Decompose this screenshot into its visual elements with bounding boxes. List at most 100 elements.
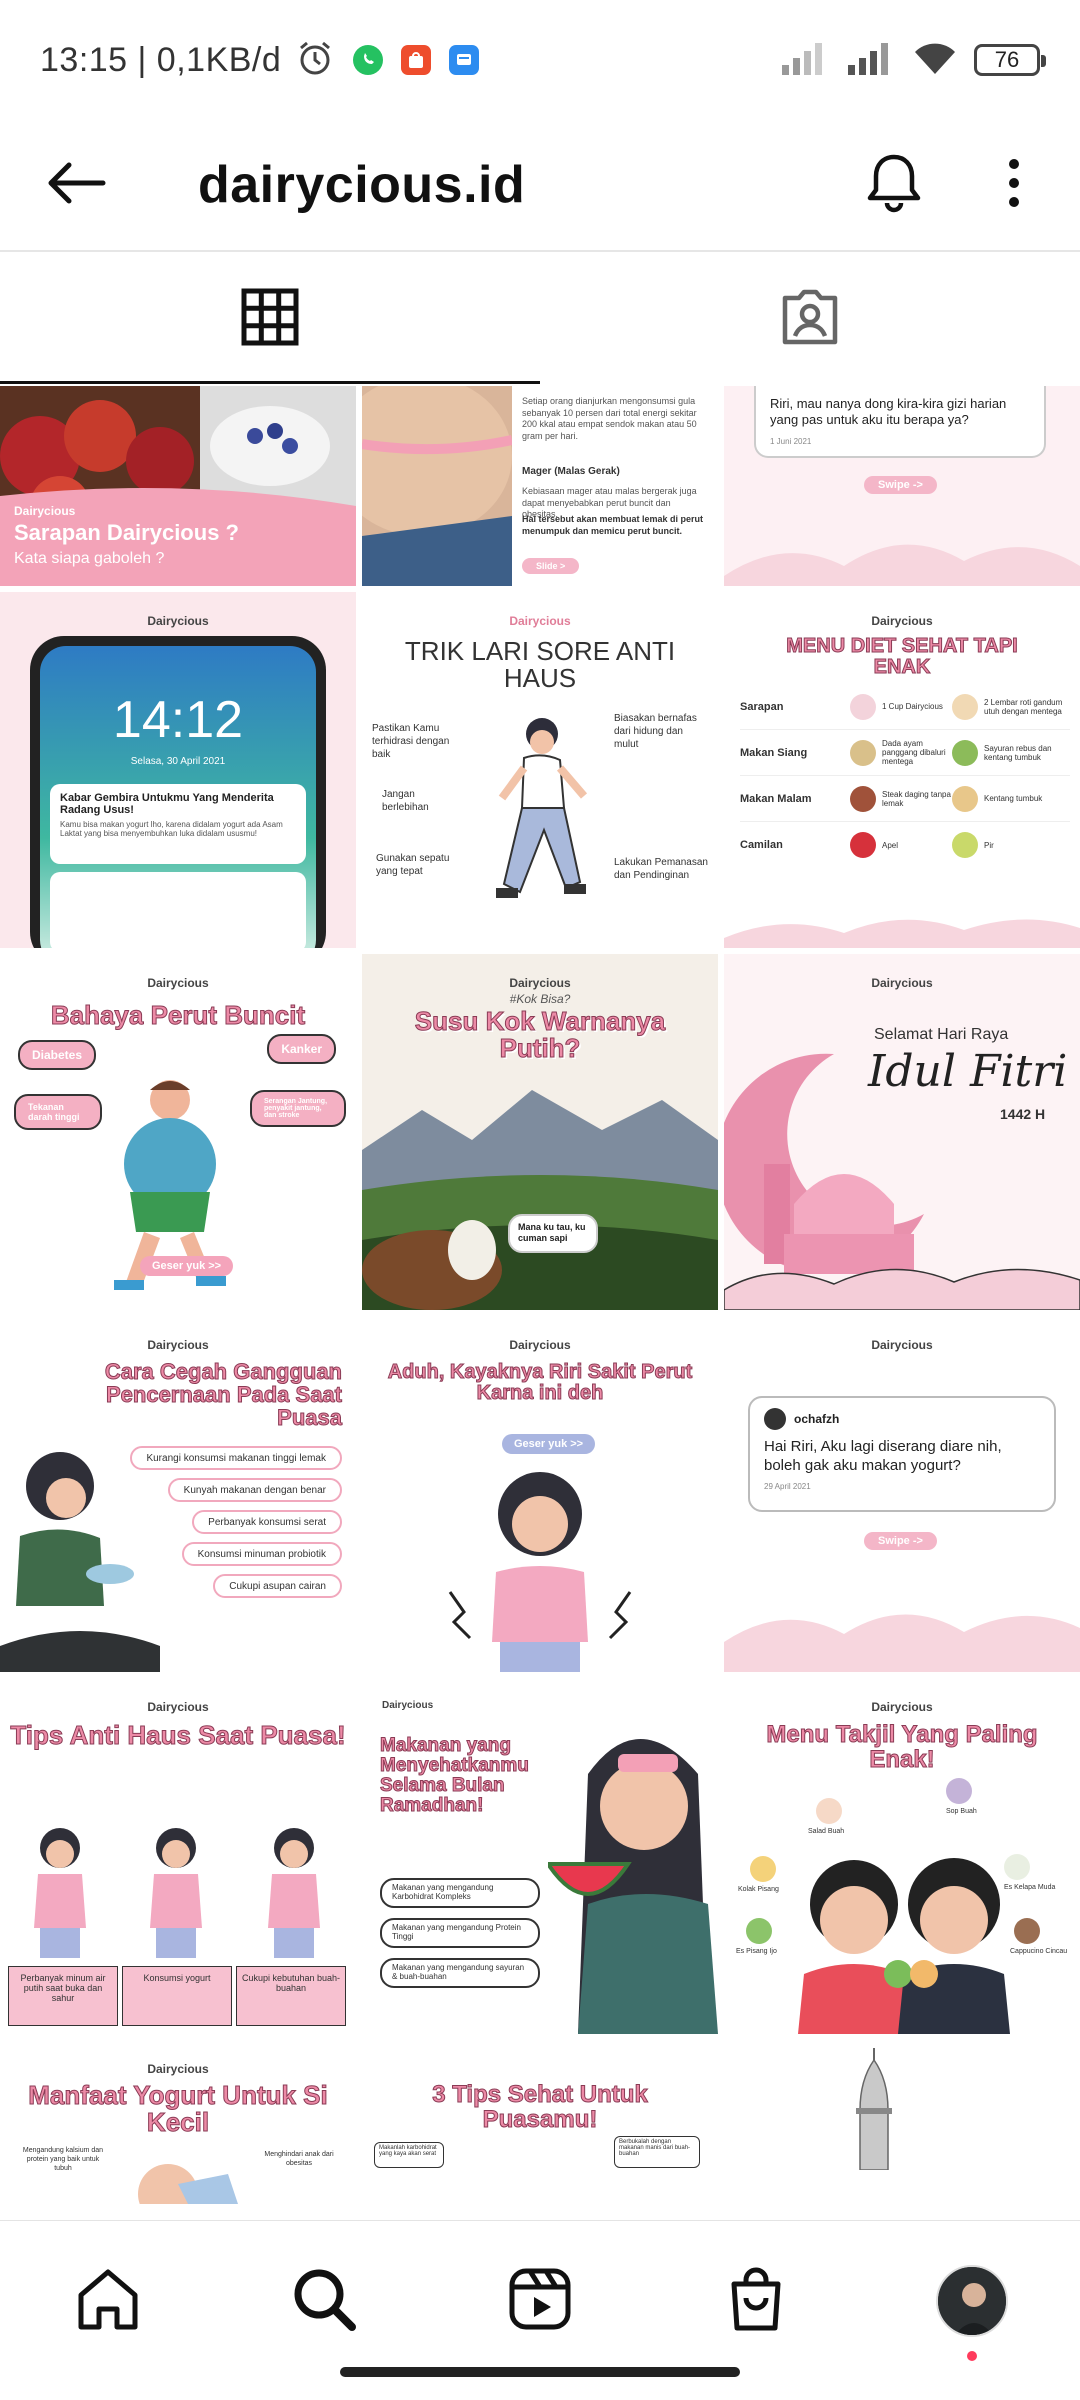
post-title: Makanan yang Menyehatkanmu Selama Bulan … <box>380 1735 530 1816</box>
post-title: Aduh, Kayaknya Riri Sakit Perut Karna in… <box>387 1361 693 1404</box>
tip-text: Gunakan sepatu yang tepat <box>376 853 450 877</box>
post-tile[interactable]: Dairycious Manfaat Yogurt Untuk Si Kecil… <box>0 2040 356 2220</box>
food-icon <box>1004 1854 1030 1880</box>
post-tile[interactable]: Riri, mau nanya dong kira-kira gizi hari… <box>724 386 1080 586</box>
page-title: dairycious.id <box>198 156 526 214</box>
speech-bubble: Mana ku tau, ku cuman sapi <box>508 1214 598 1253</box>
list-item: Perbanyak konsumsi serat <box>192 1510 342 1534</box>
phone-clock: 14:12 <box>112 691 244 749</box>
post-tile[interactable]: Dairycious Makanan yang Menyehatkanmu Se… <box>362 1678 718 2034</box>
back-button[interactable] <box>20 130 130 240</box>
label-pill: Tekanan darah tinggi <box>14 1094 102 1130</box>
phone-date: Selasa, 30 April 2021 <box>130 756 226 767</box>
post-tile[interactable]: Dairycious Sarapan Dairycious ? Kata sia… <box>0 386 356 586</box>
food-label: 1 Cup Dairycious <box>882 702 943 711</box>
list-item: Konsumsi minuman probiotik <box>181 1542 342 1566</box>
meal-label: Makan Siang <box>740 746 808 759</box>
greeting-line: Selamat Hari Raya <box>874 1026 1009 1043</box>
profile-avatar <box>936 2265 1008 2337</box>
more-options-button[interactable] <box>964 135 1064 235</box>
post-brand: Dairycious <box>509 976 571 990</box>
more-vertical-icon <box>1006 158 1022 213</box>
tab-posts-grid[interactable] <box>0 254 540 384</box>
baby-illustration <box>138 2164 238 2204</box>
post-title: Susu Kok Warnanya Putih? <box>414 1006 666 1064</box>
post-tile[interactable]: 3 Tips Sehat Untuk Puasamu! Makanlah kar… <box>362 2040 718 2220</box>
tab-tagged[interactable] <box>540 254 1080 384</box>
notifications-button[interactable] <box>844 135 944 235</box>
table-row: Sarapan 1 Cup Dairycious 2 Lembar roti g… <box>740 684 1070 730</box>
clouds-decoration <box>724 1614 1080 1672</box>
post-tile[interactable]: Dairycious Bahaya Perut Buncit Diabetes … <box>0 954 356 1310</box>
status-right: 76 <box>780 40 1046 81</box>
clouds-decoration <box>724 544 1080 586</box>
post-tile[interactable]: Dairycious Selamat Hari Raya Idul Fitri … <box>724 954 1080 1310</box>
post-brand: Dairycious <box>509 614 571 628</box>
nav-home[interactable] <box>0 2251 216 2351</box>
battery-icon: 76 <box>974 44 1046 76</box>
food-icon <box>750 1856 776 1882</box>
step-box: Perbanyak minum air putih saat buka dan … <box>8 1966 118 2026</box>
shop-icon <box>726 2266 786 2337</box>
nav-profile[interactable] <box>864 2251 1080 2361</box>
phone-mockup: 14:12 Selasa, 30 April 2021 Kabar Gembir… <box>30 636 326 948</box>
post-tile[interactable]: Setiap orang dianjurkan mengonsumsi gula… <box>362 386 718 586</box>
nav-search[interactable] <box>216 2251 432 2351</box>
nav-reels[interactable] <box>432 2251 648 2351</box>
post-brand: Dairycious <box>147 1338 209 1352</box>
gesture-bar[interactable] <box>340 2367 740 2377</box>
greeting-year: 1442 H <box>1000 1106 1046 1122</box>
post-title: Manfaat Yogurt Untuk Si Kecil <box>28 2080 329 2138</box>
label-pill: Serangan Jantung, penyakit jantung, dan … <box>250 1090 346 1127</box>
food-label: Kentang tumbuk <box>984 794 1043 803</box>
meal-label: Sarapan <box>740 700 784 713</box>
table-row: Camilan Apel Pir <box>740 822 1070 868</box>
post-tile[interactable]: Dairycious ochafzh Hai Riri, Aku lagi di… <box>724 1316 1080 1672</box>
whatsapp-icon <box>353 45 384 75</box>
tip-box: Berbukalah dengan makanan manis dari bua… <box>614 2136 700 2168</box>
post-tile[interactable]: Dairycious Tips Anti Haus Saat Puasa! Pe… <box>0 1678 356 2034</box>
post-tile[interactable]: Dairycious MENU DIET SEHAT TAPI ENAK Sar… <box>724 592 1080 948</box>
food-label: Steak daging tanpa lemak <box>882 789 951 808</box>
slide-label: Slide > <box>522 558 580 574</box>
post-subtitle: Kata siapa gaboleh ? <box>14 550 165 567</box>
avatar <box>764 1408 786 1430</box>
post-tile[interactable] <box>724 2040 1080 2220</box>
cta-pill: Geser yuk >> <box>502 1434 596 1454</box>
post-heading: Mager (Malas Gerak) <box>522 466 620 477</box>
food-icon <box>952 785 978 812</box>
home-icon <box>75 2267 141 2336</box>
post-tile[interactable]: Dairycious Aduh, Kayaknya Riri Sakit Per… <box>362 1316 718 1672</box>
post-tile[interactable]: Dairycious Menu Takjil Yang Paling Enak!… <box>724 1678 1080 2034</box>
table-row: Makan Siang Dada ayam panggang dibaluri … <box>740 730 1070 776</box>
post-text: Setiap orang dianjurkan mengonsumsi gula… <box>522 396 697 442</box>
minaret-illustration <box>856 2048 892 2170</box>
tip-box: Makanlah karbohidrat yang kaya akan sera… <box>374 2142 444 2168</box>
post-title: Tips Anti Haus Saat Puasa! <box>10 1720 346 1750</box>
woman-watermelon-illustration <box>548 1739 718 2034</box>
notif-body: Kamu bisa makan yogurt lho, karena didal… <box>60 820 283 838</box>
post-brand: Dairycious <box>871 976 933 990</box>
tip-text: Lakukan Pemanasan dan Pendinginan <box>614 857 708 881</box>
nav-shop[interactable] <box>648 2251 864 2351</box>
shopee-icon <box>401 45 432 75</box>
question-date: 1 Juni 2021 <box>770 436 812 446</box>
food-label: 2 Lembar roti gandum utuh dengan mentega <box>984 697 1063 716</box>
belly-photo <box>362 386 512 586</box>
alarm-icon <box>295 38 335 83</box>
question-text: Riri, mau nanya dong kira-kira gizi hari… <box>770 396 1007 428</box>
step-box: Konsumsi yogurt <box>122 1966 232 2026</box>
status-time: 13:15 | 0,1KB/d <box>40 40 282 79</box>
post-tile[interactable]: Dairycious 14:12 Selasa, 30 April 2021 K… <box>0 592 356 948</box>
post-brand: Dairycious <box>871 614 933 628</box>
status-bar: 13:15 | 0,1KB/d 76 <box>0 0 1080 120</box>
post-tile[interactable]: Dairycious TRIK LARI SORE ANTI HAUS Past… <box>362 592 718 948</box>
benefit-text: Mengandung kalsium dan protein yang baik… <box>22 2147 104 2173</box>
food-icon <box>850 785 876 812</box>
food-icon <box>850 693 876 720</box>
post-text: Hal tersebut akan membuat lemak di perut… <box>522 514 704 536</box>
post-title: 3 Tips Sehat Untuk Puasamu! <box>432 2081 649 2134</box>
post-tile[interactable]: Dairycious Cara Cegah Gangguan Pencernaa… <box>0 1316 356 1672</box>
benefit-text: Menghindari anak dari obesitas <box>264 2151 334 2168</box>
post-tile[interactable]: Dairycious #Kok Bisa? Susu Kok Warnanya … <box>362 954 718 1310</box>
